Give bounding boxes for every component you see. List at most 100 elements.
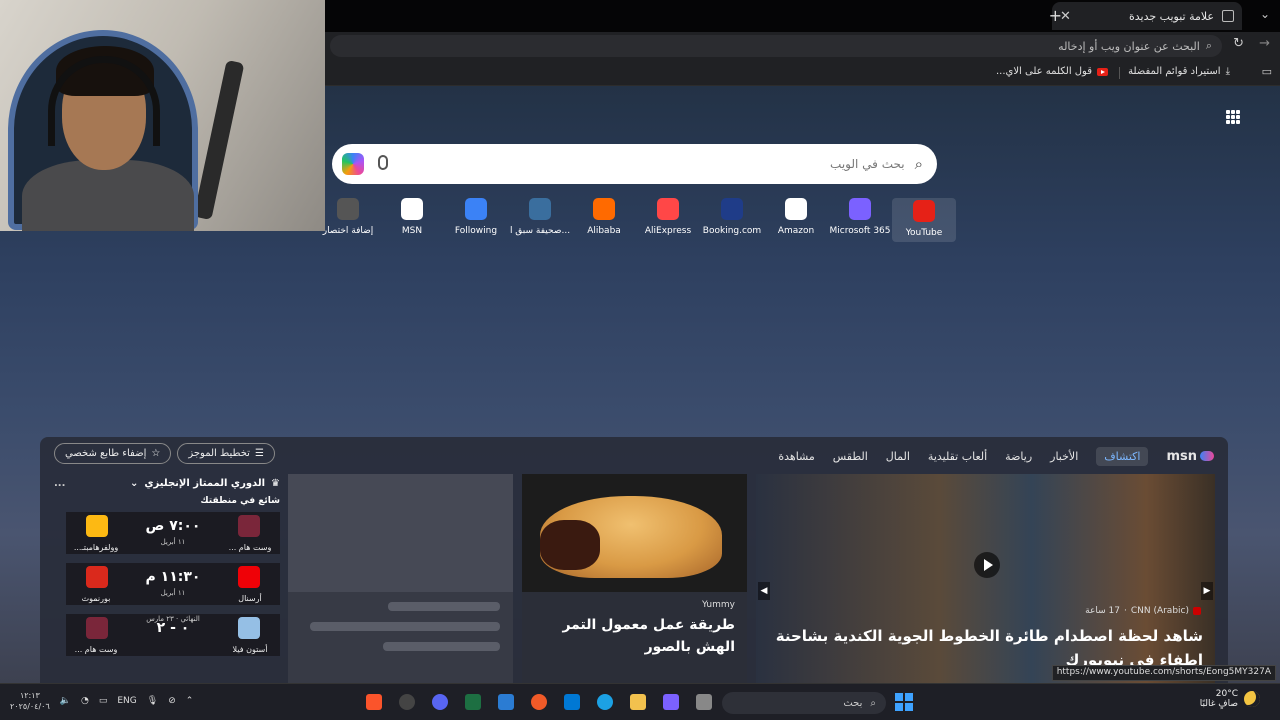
nav-casual-games[interactable]: ألعاب تقليدية — [928, 450, 987, 463]
home-team-name: وست هام ... — [228, 543, 272, 552]
following-icon — [465, 198, 487, 220]
more-options-icon[interactable]: ... — [54, 478, 65, 489]
new-tab-button[interactable]: + — [1049, 6, 1062, 25]
app-orange-icon[interactable] — [531, 694, 547, 710]
forward-icon[interactable]: → — [1259, 36, 1270, 51]
quicklink-aliexpress[interactable]: AliExpress — [636, 198, 700, 236]
copilot-icon[interactable] — [663, 694, 679, 710]
taskbar-search[interactable]: ⌕ بحث — [722, 692, 886, 714]
clock[interactable]: ١٢:١٣ ٢٠٢٥/٠٤/٠٦ — [10, 690, 50, 712]
play-icon[interactable] — [974, 552, 1000, 578]
quicklink-following[interactable]: Following — [444, 198, 508, 236]
match-row[interactable]: أرسنال بورنموث ١١:٣٠ م ١١ أبريل — [66, 563, 280, 605]
maamoul-date-filling — [540, 520, 600, 570]
battery-icon[interactable]: ▭ — [99, 696, 108, 706]
obs-icon[interactable] — [399, 694, 415, 710]
match-row[interactable]: وست هام ... وولفرهامبتـ... ٧:٠٠ ص ١١ أبريل — [66, 512, 280, 554]
weather-temp: 20°C — [1215, 689, 1238, 699]
weather-widget[interactable]: 20°C صافٍ غالبًا — [1200, 689, 1260, 709]
amazon-icon — [785, 198, 807, 220]
taskbar: ١٢:١٣ ٢٠٢٥/٠٤/٠٦ 🔈 ◔ ▭ ENG 🎙 ⊘ ⌃ ⌕ بحث 2… — [0, 683, 1280, 720]
address-input[interactable]: ⌕ البحث عن عنوان ويب أو إدخاله — [330, 35, 1222, 57]
nav-weather[interactable]: الطقس — [833, 450, 868, 463]
home-team-logo-icon — [238, 617, 260, 639]
tab-new-tab[interactable]: علامة تبويب جديدة ✕ — [1052, 2, 1242, 30]
quicklink-msn[interactable]: MSN — [380, 198, 444, 236]
feed-layout-label: تخطيط الموجز — [188, 448, 250, 459]
file-explorer-icon[interactable] — [630, 694, 646, 710]
carousel-prev-icon[interactable]: ◀ — [758, 582, 770, 600]
microphone-icon[interactable]: 🎙 — [147, 696, 158, 706]
nav-news[interactable]: الأخبار — [1050, 450, 1078, 463]
quick-links: YouTube Microsoft 365 Amazon Booking.com Ali… — [318, 198, 958, 248]
copilot-icon[interactable] — [342, 153, 364, 175]
hero-news-card[interactable]: ◀ ▶ CNN (Arabic) · 17 ساعة شاهد لحظة اصط… — [756, 474, 1215, 683]
sabq-icon — [529, 198, 551, 220]
msn-butterfly-icon — [1200, 451, 1214, 461]
m365-icon — [849, 198, 871, 220]
web-search-box[interactable]: ⌕ بحث في الويب — [332, 144, 937, 184]
loading-line — [310, 622, 500, 631]
recipe-title[interactable]: طريقة عمل معمول التمر الهش بالصور — [534, 614, 735, 658]
quicklink-alibaba[interactable]: Alibaba — [572, 198, 636, 236]
recipe-card[interactable]: Yummy طريقة عمل معمول التمر الهش بالصور — [522, 474, 747, 683]
nav-money[interactable]: المال — [886, 450, 910, 463]
search-icon: ⌕ — [914, 155, 923, 173]
discord-icon[interactable] — [432, 694, 448, 710]
youtube-icon — [913, 200, 935, 222]
volume-icon[interactable]: 🔈 — [60, 696, 71, 706]
quicklink-label: YouTube — [905, 228, 943, 238]
mute-icon[interactable]: ⊘ — [168, 696, 176, 706]
app-gray-icon[interactable] — [696, 694, 712, 710]
cnn-logo-icon — [1193, 607, 1201, 615]
chevron-down-icon[interactable]: ⌄ — [1260, 7, 1270, 21]
edge-icon[interactable] — [597, 694, 613, 710]
msn-label: msn — [1166, 448, 1197, 464]
chevron-up-icon[interactable]: ⌃ — [186, 696, 194, 706]
windows-start-icon[interactable] — [895, 693, 913, 711]
quicklink-youtube[interactable]: YouTube — [892, 198, 956, 242]
away-team-logo-icon — [86, 566, 108, 588]
loading-line — [388, 602, 500, 611]
streamer-torso — [22, 160, 194, 231]
collections-icon[interactable]: ▭ — [1262, 65, 1272, 78]
match-row[interactable]: أستون فيلا وست هام ... النهائي · ٢٣ مارس ٠ … — [66, 614, 280, 656]
sparkle-icon: ☆ — [151, 448, 161, 459]
aliexpress-icon — [657, 198, 679, 220]
quicklink-amazon[interactable]: Amazon — [764, 198, 828, 236]
brave-icon[interactable] — [366, 694, 382, 710]
quicklink-label: Microsoft 365 — [829, 226, 891, 236]
quicklink-m365[interactable]: Microsoft 365 — [828, 198, 892, 236]
sliders-icon: ☰ — [254, 448, 264, 459]
favorite-youtube-link[interactable]: قول الكلمه على الاي... — [996, 66, 1108, 77]
nav-watch[interactable]: مشاهدة — [778, 450, 814, 463]
personalize-button[interactable]: ☆ إضفاء طابع شخصي — [54, 443, 172, 464]
msn-logo[interactable]: msn — [1166, 449, 1214, 464]
quicklink-booking[interactable]: Booking.com — [700, 198, 764, 236]
language-indicator[interactable]: ENG — [117, 696, 136, 706]
store-icon[interactable] — [564, 694, 580, 710]
apps-launcher-icon[interactable] — [1226, 110, 1240, 124]
premier-league-icon: ♛ — [271, 477, 280, 489]
taskbar-search-label: بحث — [843, 697, 863, 709]
chevron-down-icon[interactable]: ⌄ — [130, 478, 138, 489]
league-header[interactable]: ♛ الدوري الممتاز الإنجليزي ⌄ ... — [54, 474, 280, 492]
match-list: وست هام ... وولفرهامبتـ... ٧:٠٠ ص ١١ أبريل أ… — [54, 512, 280, 656]
home-team-logo-icon — [238, 515, 260, 537]
import-icon: ⤓ — [1225, 66, 1230, 77]
search-placeholder: بحث في الويب — [830, 157, 905, 171]
quicklink-sabq[interactable]: صحيفة سبق ا... — [508, 198, 572, 236]
alibaba-icon — [593, 198, 615, 220]
quicklink-plus[interactable]: إضافة اختصار — [316, 198, 380, 236]
microphone-icon[interactable] — [378, 155, 388, 170]
wifi-icon[interactable]: ◔ — [81, 696, 89, 706]
nav-discover[interactable]: اكتشاف — [1096, 446, 1149, 466]
word-icon[interactable] — [498, 694, 514, 710]
excel-icon[interactable] — [465, 694, 481, 710]
hero-dot-sep: · — [1123, 606, 1127, 616]
carousel-next-icon[interactable]: ▶ — [1201, 582, 1213, 600]
feed-layout-button[interactable]: ☰ تخطيط الموجز — [177, 443, 275, 464]
nav-sports[interactable]: رياضة — [1005, 450, 1032, 463]
reload-icon[interactable]: ↻ — [1233, 36, 1244, 51]
import-favorites-link[interactable]: ⤓ استيراد قوائم المفضلة — [1128, 66, 1230, 77]
